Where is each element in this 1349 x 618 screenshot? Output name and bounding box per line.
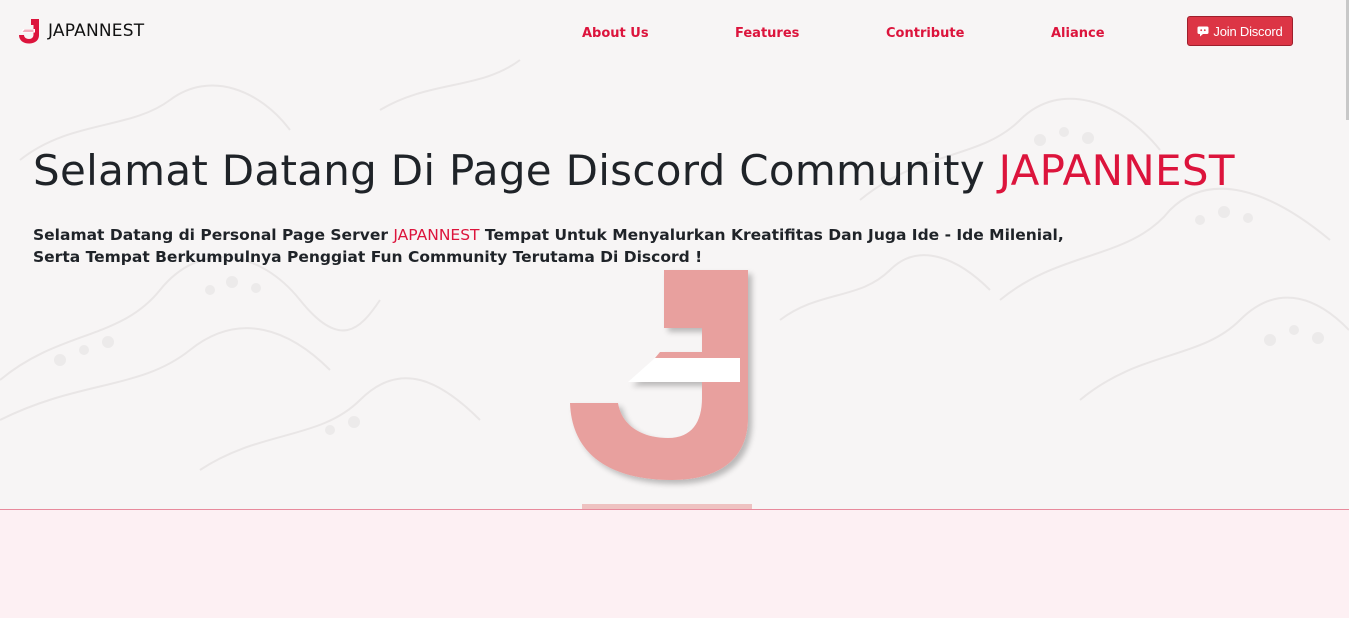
hero-subtitle: Selamat Datang di Personal Page Server J… bbox=[33, 224, 1093, 268]
brand[interactable]: JAPANNEST bbox=[18, 18, 144, 44]
join-discord-label: Join Discord bbox=[1213, 23, 1283, 39]
hero-subtitle-accent: JAPANNEST bbox=[393, 226, 480, 244]
hero-title: Selamat Datang Di Page Discord Community… bbox=[33, 142, 1235, 200]
nav-link-contribute[interactable]: Contribute bbox=[886, 25, 964, 43]
brand-name: JAPANNEST bbox=[48, 21, 145, 41]
nav-link-aliance[interactable]: Aliance bbox=[1051, 25, 1105, 43]
hero-subtitle-part2: Tempat Untuk Menyalurkan Kreatifitas Dan… bbox=[479, 226, 1064, 244]
hero-title-prefix: Selamat Datang Di Page Discord Community bbox=[33, 146, 999, 195]
hero-title-accent: JAPANNEST bbox=[998, 146, 1235, 195]
join-discord-button[interactable]: Join Discord bbox=[1187, 16, 1293, 46]
navbar: JAPANNEST About Us Features Contribute A… bbox=[0, 0, 1349, 64]
hero-section: JAPANNEST About Us Features Contribute A… bbox=[0, 0, 1349, 509]
nav-link-about-us[interactable]: About Us bbox=[582, 25, 649, 43]
pink-section bbox=[0, 509, 1349, 618]
hero-subtitle-part1: Selamat Datang di Personal Page Server bbox=[33, 226, 394, 244]
japannest-big-logo bbox=[570, 270, 752, 509]
discord-icon bbox=[1197, 26, 1209, 36]
hero-subtitle-line2: Serta Tempat Berkumpulnya Penggiat Fun C… bbox=[33, 248, 703, 266]
nav-link-features[interactable]: Features bbox=[735, 25, 799, 43]
japannest-logo-icon bbox=[19, 19, 39, 44]
